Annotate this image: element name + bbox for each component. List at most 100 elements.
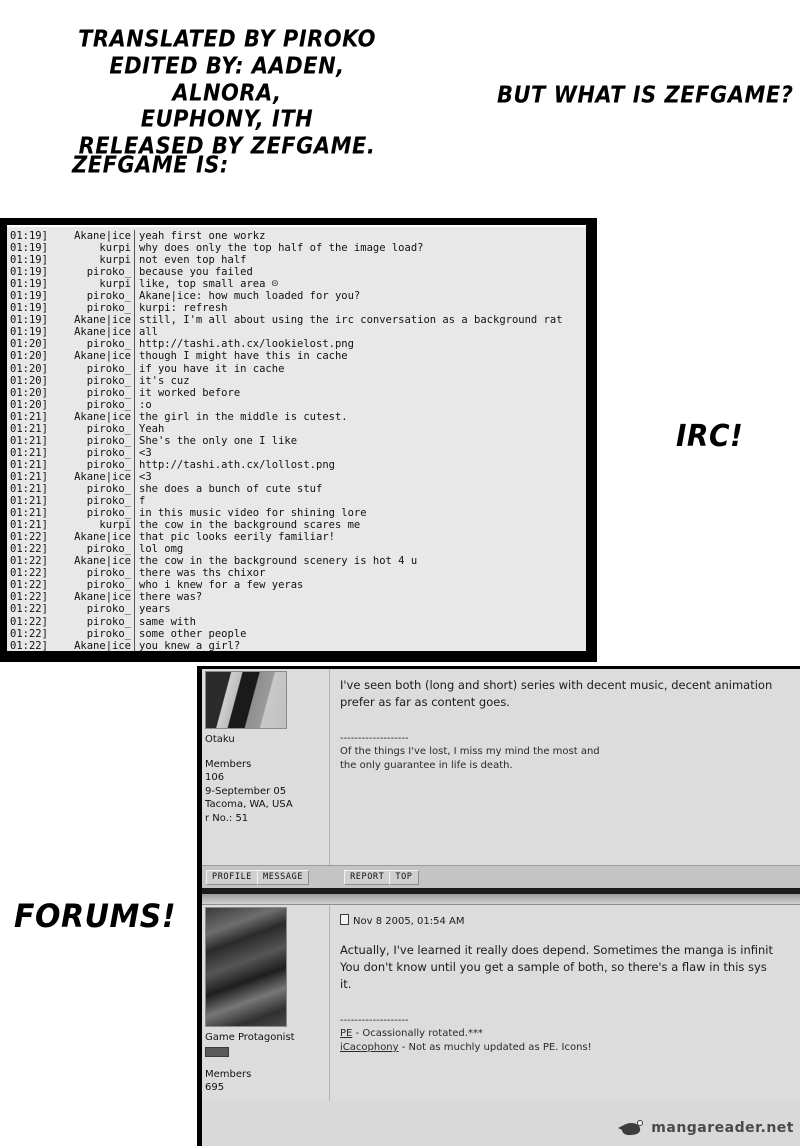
irc-nickname: piroko_ [55,434,135,447]
irc-log-line: 01:22] piroko_ years [7,603,586,616]
irc-timestamp: 01:22] [10,591,48,604]
irc-log-line: 01:19] piroko_ Akane|ice: how much loaded … [7,290,586,303]
irc-nickname: Akane|ice [55,531,135,544]
irc-log-line: 01:22] piroko_ same with [7,615,586,628]
irc-nickname: piroko_ [55,422,135,435]
report-button[interactable]: REPORT [344,869,391,885]
post-text-line: I've seen both (long and short) series w… [340,678,773,692]
sidebar-spacer [202,747,329,758]
irc-timestamp: 01:22] [10,615,48,628]
irc-timestamp: 01:19] [10,230,48,242]
irc-message: the cow in the background scares me [139,519,361,532]
irc-log-lines: 01:19] Akane|ice yeah first one workz 01:19… [7,230,586,651]
irc-message: it's cuz [139,374,190,387]
irc-timestamp: 01:19] [10,278,48,291]
profile-button[interactable]: PROFILE [206,869,259,885]
irc-message: there was? [139,591,203,604]
irc-nickname: piroko_ [55,615,135,628]
irc-message: you knew a girl? [139,639,241,651]
credit-line-editors-2: EUPHONY, ITH [140,106,314,133]
irc-timestamp: 01:22] [10,555,48,568]
irc-message: who i knew for a few yeras [139,579,304,592]
irc-log-line: 01:20] piroko_ if you have it in cache [7,362,586,375]
irc-message: She's the only one I like [139,434,298,447]
irc-message: all [139,326,158,339]
irc-message: in this music video for shining lore [139,507,367,520]
irc-message: http://tashi.ath.cx/lookielost.png [139,338,354,351]
irc-log-line: 01:21] piroko_ she does a bunch of cute st… [7,482,586,496]
signature-line-rest: - Ocassionally rotated.*** [352,1028,483,1039]
irc-nickname: Akane|ice [55,350,135,363]
irc-log-line: 01:22] piroko_ some other people [7,627,586,640]
irc-nickname: piroko_ [55,338,135,351]
irc-log-line: 01:19] kurpi like, top small area ☹ [7,278,586,291]
irc-timestamp: 01:22] [10,639,48,651]
irc-timestamp: 01:22] [10,627,48,640]
post-text-line: You don't know until you get a sample of… [340,960,767,974]
irc-nickname: Akane|ice [55,314,135,327]
bird-icon [618,1118,646,1138]
post-date: Nov 8 2005, 01:54 AM [340,913,790,930]
irc-message: Yeah [139,422,165,435]
irc-nickname: piroko_ [55,302,135,315]
irc-nickname: piroko_ [55,374,135,387]
irc-timestamp: 01:21] [10,422,48,435]
irc-nickname: piroko_ [55,603,135,616]
author-location: Tacoma, WA, USA [205,799,293,810]
irc-log-line: 01:21] Akane|ice the girl in the middle is… [7,410,586,423]
irc-timestamp: 01:20] [10,386,48,399]
irc-log-line: 01:21] piroko_ f [7,495,586,508]
irc-log-line: 01:19] kurpi why does only the top half of… [7,242,586,255]
irc-timestamp: 01:20] [10,338,48,351]
irc-log-line: 01:20] piroko_ it worked before [7,386,586,399]
irc-timestamp: 01:22] [10,531,48,544]
irc-nickname: piroko_ [55,495,135,508]
irc-log-viewport[interactable]: 01:19] Akane|ice yeah first one workz 01:19… [7,225,586,651]
irc-log-line: 01:19] Akane|ice still, I'm all about usin… [7,314,586,327]
irc-message: kurpi: refresh [139,302,228,315]
message-button[interactable]: MESSAGE [257,869,310,885]
post-text-line: prefer as far as content goes. [340,695,510,709]
irc-timestamp: 01:21] [10,434,48,447]
irc-nickname: Akane|ice [55,591,135,604]
irc-nickname: piroko_ [55,627,135,640]
irc-timestamp: 01:19] [10,326,48,339]
irc-log-line: 01:21] piroko_ <3 [7,446,586,459]
irc-timestamp: 01:22] [10,579,48,592]
irc-nickname: piroko_ [55,458,135,471]
irc-log-line: 01:20] Akane|ice though I might have this … [7,350,586,363]
irc-log-line: 01:21] piroko_ http://tashi.ath.cx/lollost… [7,458,586,471]
irc-timestamp: 01:19] [10,302,48,315]
irc-nickname: piroko_ [55,266,135,279]
irc-nickname: piroko_ [55,507,135,520]
irc-nickname: piroko_ [55,386,135,399]
signature-divider: ------------------- [340,1015,409,1026]
signature-line: the only guarantee in life is death. [340,760,513,771]
irc-log-line: 01:19] kurpi not even top half [7,254,586,267]
irc-log-line: 01:21] Akane|ice <3 [7,470,586,483]
avatar [205,671,287,729]
irc-message: why does only the top half of the image … [139,242,424,255]
top-button[interactable]: TOP [389,869,419,885]
irc-nickname: Akane|ice [55,410,135,423]
signature-link-pe[interactable]: PE [340,1028,352,1039]
irc-nickname: Akane|ice [55,470,135,483]
signature-link-icacophony[interactable]: iCacophony [340,1042,399,1053]
irc-timestamp: 01:21] [10,519,48,532]
signature-line-rest: - Not as muchly updated as PE. Icons! [398,1042,592,1053]
author-joined-date: 9-September 05 [205,785,287,797]
irc-message: because you failed [139,266,253,279]
irc-nickname: Akane|ice [55,326,135,339]
author-rank-title: Otaku [205,734,235,745]
irc-message: same with [139,615,196,628]
irc-message: <3 [139,446,152,459]
irc-log-line: 01:20] piroko_ it's cuz [7,374,586,387]
zefgame-is-text: ZEFGAME IS: [72,152,229,178]
forum-screenshot: Otaku Members 106 9-September 05 Tacoma,… [197,666,800,1146]
irc-timestamp: 01:21] [10,458,48,471]
irc-message: f [139,495,146,508]
post-body: Game Protagonist Members 695 Nov 8 2005,… [202,905,800,1101]
irc-log-line: 01:19] piroko_ because you failed [7,266,586,279]
irc-message: yeah first one workz [139,230,266,242]
irc-timestamp: 01:20] [10,374,48,387]
